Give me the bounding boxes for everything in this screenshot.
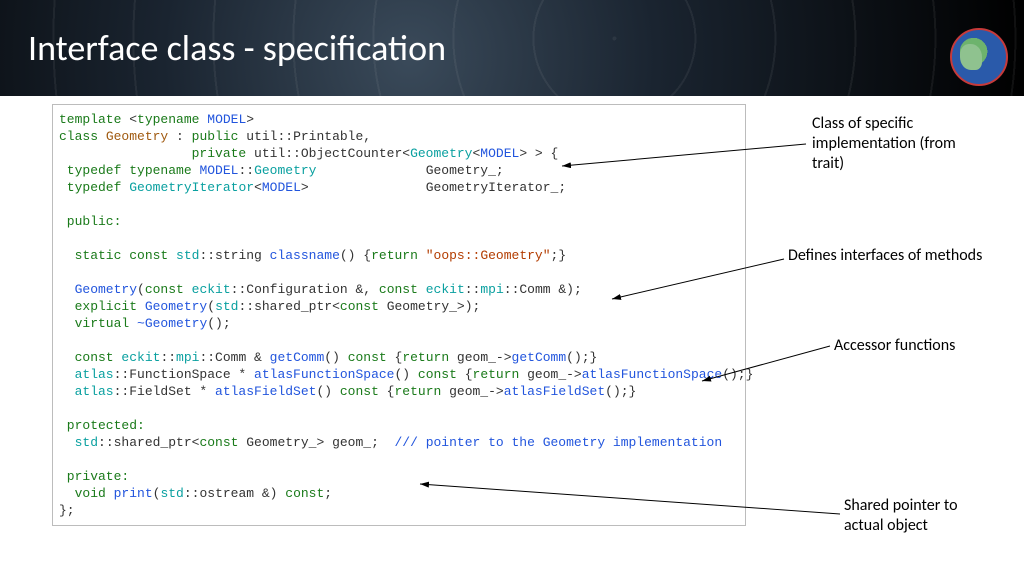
jcsda-logo (950, 28, 1008, 86)
annotation-arrows (0, 96, 1024, 576)
slide-header: Interface class - specification (0, 0, 1024, 96)
slide-body: template <typename MODEL> class Geometry… (0, 96, 1024, 526)
slide-title: Interface class - specification (28, 26, 446, 70)
